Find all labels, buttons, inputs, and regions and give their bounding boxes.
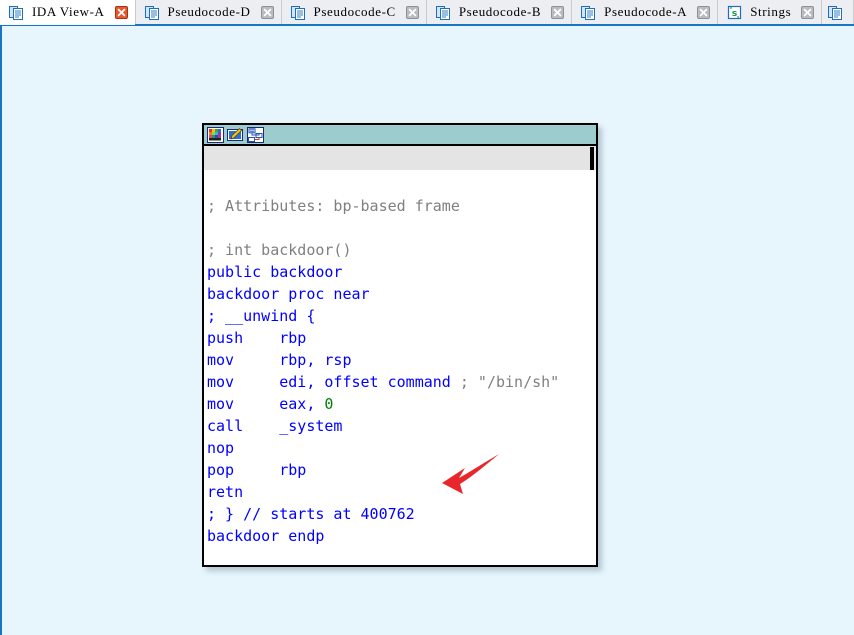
code-token-code: public backdoor	[207, 263, 342, 281]
document-pages-icon	[581, 5, 596, 20]
disassembly-code-area[interactable]: ; Attributes: bp-based frame ; int backd…	[204, 173, 596, 565]
code-token-cmt: ; Attributes: bp-based frame	[207, 197, 460, 215]
code-token-cmt: ; "/bin/sh"	[460, 373, 559, 391]
code-token-code: backdoor proc near	[207, 285, 370, 303]
navigation-band[interactable]	[204, 146, 596, 171]
code-line[interactable]: push rbp	[204, 327, 596, 349]
code-token-code: ; } // starts at 400762	[207, 505, 415, 523]
disassembly-titlebar	[204, 125, 596, 146]
tab-label: Strings	[750, 4, 791, 20]
tab-ida-view-a[interactable]: IDA View-A	[0, 0, 136, 24]
tab-label: Pseudocode-D	[168, 4, 251, 20]
code-line[interactable]: ; __unwind {	[204, 305, 596, 327]
code-line[interactable]: mov eax, 0	[204, 393, 596, 415]
tab-label: IDA View-A	[32, 4, 105, 20]
code-line[interactable]: nop	[204, 437, 596, 459]
tab-label: Pseudocode-A	[604, 4, 687, 20]
code-line[interactable]: backdoor proc near	[204, 283, 596, 305]
code-token-code: backdoor endp	[207, 527, 324, 545]
code-token-code: mov rbp, rsp	[207, 351, 352, 369]
tab-pseudocode-a[interactable]: Pseudocode-A	[572, 0, 718, 24]
code-token-code: ; __unwind {	[207, 307, 315, 325]
code-token-code: mov eax,	[207, 395, 324, 413]
tab-label: Pseudocode-B	[459, 4, 541, 20]
document-pages-icon	[145, 5, 160, 20]
code-token-code: mov edi, offset command	[207, 373, 460, 391]
tab-close-button[interactable]	[551, 6, 564, 19]
tab-pseudocode-b[interactable]: Pseudocode-B	[427, 0, 572, 24]
code-token-code: push rbp	[207, 329, 306, 347]
document-pages-icon	[9, 5, 24, 20]
tab-close-button[interactable]	[406, 6, 419, 19]
svg-text:s: s	[732, 9, 737, 19]
code-token-code: nop	[207, 439, 234, 457]
tab-label: Pseudocode-C	[314, 4, 396, 20]
code-token-code: call _system	[207, 417, 342, 435]
tab-partial-clipped[interactable]	[822, 0, 854, 24]
code-line[interactable]: mov edi, offset command ; "/bin/sh"	[204, 371, 596, 393]
code-line[interactable]: ; Attributes: bp-based frame	[204, 195, 596, 217]
code-line[interactable]: backdoor endp	[204, 525, 596, 547]
color-palette-icon[interactable]	[207, 127, 224, 143]
tab-strings[interactable]: s Strings	[718, 0, 822, 24]
code-line[interactable]: mov rbp, rsp	[204, 349, 596, 371]
current-position-marker	[590, 147, 594, 170]
code-token-code: pop rbp	[207, 461, 306, 479]
disassembly-window: ; Attributes: bp-based frame ; int backd…	[202, 123, 598, 567]
document-pages-icon	[436, 5, 451, 20]
code-line[interactable]: ; int backdoor()	[204, 239, 596, 261]
code-token-code: retn	[207, 483, 243, 501]
tab-close-button[interactable]	[115, 6, 128, 19]
code-line[interactable]: public backdoor	[204, 261, 596, 283]
graph-view-icon[interactable]	[247, 127, 264, 143]
document-pages-icon	[828, 5, 843, 20]
tab-close-button[interactable]	[801, 6, 814, 19]
code-line[interactable]: call _system	[204, 415, 596, 437]
main-content-pane: ; Attributes: bp-based frame ; int backd…	[0, 24, 854, 635]
strings-icon: s	[727, 5, 742, 20]
tab-close-button[interactable]	[697, 6, 710, 19]
tab-pseudocode-d[interactable]: Pseudocode-D	[136, 0, 282, 24]
code-token-cmt: ; int backdoor()	[207, 241, 352, 259]
tab-pseudocode-c[interactable]: Pseudocode-C	[282, 0, 427, 24]
code-line[interactable]: ; } // starts at 400762	[204, 503, 596, 525]
code-line-blank	[204, 217, 596, 239]
code-token-num: 0	[324, 395, 333, 413]
document-pages-icon	[291, 5, 306, 20]
code-line[interactable]: retn	[204, 481, 596, 503]
code-line[interactable]: pop rbp	[204, 459, 596, 481]
tab-bar: IDA View-A Pseudocode-D Pseudocode-C Pseudo…	[0, 0, 854, 24]
tab-close-button[interactable]	[261, 6, 274, 19]
edit-pencil-icon[interactable]	[227, 127, 244, 143]
